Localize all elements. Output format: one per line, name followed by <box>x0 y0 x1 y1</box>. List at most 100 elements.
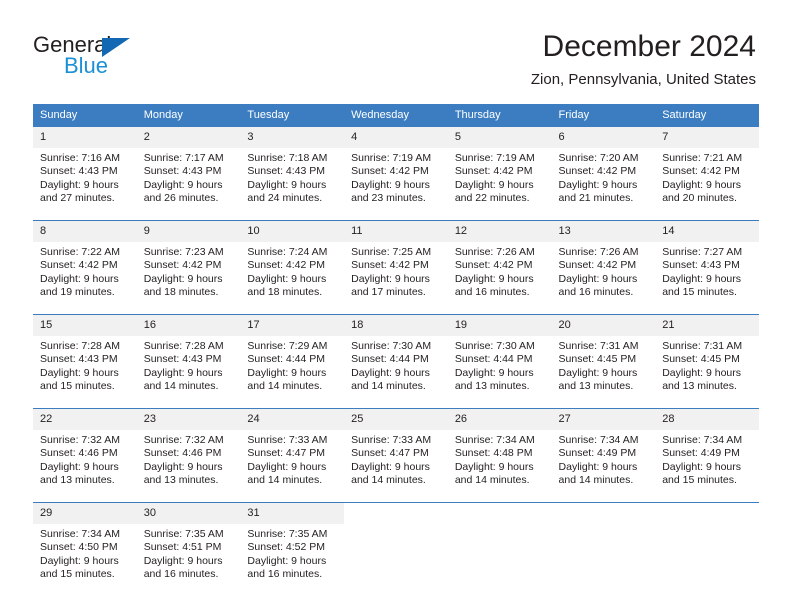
day-number: 31 <box>240 503 345 524</box>
calendar-day-cell[interactable]: 16 Sunrise: 7:28 AM Sunset: 4:43 PM Dayligh… <box>136 314 241 409</box>
calendar-day-cell[interactable]: 11 Sunrise: 7:25 AM Sunset: 4:42 PM Dayligh… <box>344 220 448 315</box>
day-detail-line: Daylight: 9 hours <box>351 366 430 379</box>
day-detail-line: Sunrise: 7:28 AM <box>40 340 120 352</box>
day-detail-line: Sunrise: 7:32 AM <box>40 434 120 446</box>
page-header: General Blue December 2024 Zion, Pennsyl… <box>0 0 792 104</box>
day-detail-line: Sunset: 4:43 PM <box>143 165 222 178</box>
calendar-day-cell[interactable]: 18 Sunrise: 7:30 AM Sunset: 4:44 PM Dayligh… <box>344 314 448 409</box>
calendar-day-cell[interactable]: 29 Sunrise: 7:34 AM Sunset: 4:50 PM Dayligh… <box>33 502 137 596</box>
day-detail-line: Sunset: 4:42 PM <box>40 259 118 272</box>
day-detail-line: Sunrise: 7:31 AM <box>662 340 743 352</box>
day-detail-line: and 13 minutes. <box>40 474 115 487</box>
weekday-header-monday: Monday <box>136 104 241 127</box>
calendar-day-cell[interactable]: 27 Sunrise: 7:34 AM Sunset: 4:49 PM Dayligh… <box>551 408 656 503</box>
calendar-day-cell[interactable]: 7 Sunrise: 7:21 AM Sunset: 4:42 PM Daylight… <box>655 126 759 221</box>
calendar-day-cell[interactable]: 30 Sunrise: 7:35 AM Sunset: 4:51 PM Dayligh… <box>136 502 241 596</box>
calendar-day-cell[interactable]: 15 Sunrise: 7:28 AM Sunset: 4:43 PM Dayligh… <box>33 314 137 409</box>
calendar-day-cell[interactable]: 6 Sunrise: 7:20 AM Sunset: 4:42 PM Daylight… <box>551 126 656 221</box>
calendar-day-cell[interactable]: 28 Sunrise: 7:34 AM Sunset: 4:49 PM Dayligh… <box>655 408 759 503</box>
day-detail-line: Sunset: 4:52 PM <box>247 541 326 554</box>
calendar-day-cell[interactable]: 23 Sunrise: 7:32 AM Sunset: 4:46 PM Dayligh… <box>136 408 241 503</box>
day-detail-line: and 16 minutes. <box>454 286 530 299</box>
day-number: 5 <box>447 127 552 148</box>
day-detail-line: Daylight: 9 hours <box>454 272 534 285</box>
day-detail-line: and 15 minutes. <box>40 380 115 393</box>
calendar-day-cell[interactable]: 20 Sunrise: 7:31 AM Sunset: 4:45 PM Dayligh… <box>551 314 656 409</box>
day-details: Sunrise: 7:25 AM Sunset: 4:42 PM Daylight:… <box>344 242 448 314</box>
day-detail-line: Sunrise: 7:21 AM <box>662 152 743 164</box>
day-number <box>551 503 656 524</box>
day-detail-line: Sunrise: 7:24 AM <box>247 246 328 258</box>
calendar-day-cell[interactable]: 4 Sunrise: 7:19 AM Sunset: 4:42 PM Daylight… <box>344 126 448 221</box>
day-details <box>344 524 448 596</box>
day-details: Sunrise: 7:26 AM Sunset: 4:42 PM Daylight:… <box>552 242 656 314</box>
calendar-day-cell[interactable]: 3 Sunrise: 7:18 AM Sunset: 4:43 PM Daylight… <box>240 126 345 221</box>
calendar-day-cell[interactable]: 31 Sunrise: 7:35 AM Sunset: 4:52 PM Dayligh… <box>240 502 345 596</box>
calendar-day-cell[interactable]: 26 Sunrise: 7:34 AM Sunset: 4:48 PM Dayligh… <box>447 408 552 503</box>
day-detail-line: Daylight: 9 hours <box>143 272 223 285</box>
day-detail-line: Sunrise: 7:34 AM <box>662 434 743 446</box>
calendar-day-cell[interactable]: 19 Sunrise: 7:30 AM Sunset: 4:44 PM Dayligh… <box>447 314 552 409</box>
day-detail-line: Sunset: 4:46 PM <box>40 447 118 460</box>
calendar-day-cell[interactable]: 17 Sunrise: 7:29 AM Sunset: 4:44 PM Dayligh… <box>240 314 345 409</box>
day-number <box>344 503 448 524</box>
day-details: Sunrise: 7:34 AM Sunset: 4:49 PM Daylight:… <box>655 430 759 502</box>
day-detail-line: and 13 minutes. <box>454 380 530 393</box>
day-details: Sunrise: 7:31 AM Sunset: 4:45 PM Daylight:… <box>655 336 759 408</box>
day-number: 30 <box>136 503 241 524</box>
day-details: Sunrise: 7:35 AM Sunset: 4:52 PM Daylight:… <box>240 524 344 596</box>
calendar-day-cell[interactable]: 1 Sunrise: 7:16 AM Sunset: 4:43 PM Daylight… <box>33 126 137 221</box>
calendar-day-cell[interactable]: 13 Sunrise: 7:26 AM Sunset: 4:42 PM Dayligh… <box>551 220 656 315</box>
day-number: 27 <box>551 409 656 430</box>
day-detail-line: Sunrise: 7:17 AM <box>143 152 224 164</box>
day-detail-line: Sunrise: 7:26 AM <box>454 246 535 258</box>
day-detail-line: Daylight: 9 hours <box>247 366 327 379</box>
day-detail-line: Sunset: 4:43 PM <box>40 353 118 366</box>
day-detail-line: Sunset: 4:42 PM <box>351 165 429 178</box>
weekday-header-friday: Friday <box>551 104 656 127</box>
day-details: Sunrise: 7:24 AM Sunset: 4:42 PM Daylight:… <box>240 242 344 314</box>
day-detail-line: Sunset: 4:43 PM <box>662 259 740 272</box>
day-detail-line: and 16 minutes. <box>247 568 323 581</box>
calendar-day-cell[interactable]: 8 Sunrise: 7:22 AM Sunset: 4:42 PM Daylight… <box>33 220 137 315</box>
day-detail-line: Sunset: 4:42 PM <box>558 259 637 272</box>
calendar-day-cell[interactable]: 25 Sunrise: 7:33 AM Sunset: 4:47 PM Dayligh… <box>344 408 448 503</box>
general-blue-logo: General Blue <box>33 33 213 79</box>
day-number: 6 <box>551 127 656 148</box>
day-detail-line: and 14 minutes. <box>143 380 219 393</box>
calendar-day-cell-empty <box>447 502 552 596</box>
day-detail-line: Sunset: 4:42 PM <box>454 259 533 272</box>
day-details: Sunrise: 7:27 AM Sunset: 4:43 PM Daylight:… <box>655 242 759 314</box>
day-detail-line: Sunrise: 7:35 AM <box>247 528 328 540</box>
day-number: 25 <box>344 409 448 430</box>
day-detail-line: Sunrise: 7:20 AM <box>558 152 639 164</box>
day-number: 3 <box>240 127 345 148</box>
calendar-day-cell[interactable]: 12 Sunrise: 7:26 AM Sunset: 4:42 PM Dayligh… <box>447 220 552 315</box>
day-detail-line: Daylight: 9 hours <box>40 178 119 191</box>
weekday-header-wednesday: Wednesday <box>344 104 448 127</box>
day-detail-line: and 24 minutes. <box>247 192 323 205</box>
day-detail-line: Sunset: 4:50 PM <box>40 541 118 554</box>
day-detail-line: and 19 minutes. <box>40 286 115 299</box>
day-detail-line: Sunset: 4:48 PM <box>454 447 533 460</box>
calendar-week-row: 29 Sunrise: 7:34 AM Sunset: 4:50 PM Dayligh… <box>33 502 759 596</box>
calendar-day-cell[interactable]: 9 Sunrise: 7:23 AM Sunset: 4:42 PM Daylight… <box>136 220 241 315</box>
calendar-week-row: 22 Sunrise: 7:32 AM Sunset: 4:46 PM Dayligh… <box>33 408 759 503</box>
calendar-day-cell[interactable]: 5 Sunrise: 7:19 AM Sunset: 4:42 PM Daylight… <box>447 126 552 221</box>
day-detail-line: Daylight: 9 hours <box>351 178 430 191</box>
calendar-day-cell[interactable]: 10 Sunrise: 7:24 AM Sunset: 4:42 PM Dayligh… <box>240 220 345 315</box>
day-detail-line: Daylight: 9 hours <box>662 366 742 379</box>
day-detail-line: Daylight: 9 hours <box>558 366 638 379</box>
calendar-day-cell[interactable]: 24 Sunrise: 7:33 AM Sunset: 4:47 PM Dayligh… <box>240 408 345 503</box>
day-detail-line: and 21 minutes. <box>558 192 634 205</box>
calendar-day-cell[interactable]: 21 Sunrise: 7:31 AM Sunset: 4:45 PM Dayligh… <box>655 314 759 409</box>
calendar-day-cell[interactable]: 2 Sunrise: 7:17 AM Sunset: 4:43 PM Daylight… <box>136 126 241 221</box>
day-detail-line: Sunrise: 7:27 AM <box>662 246 743 258</box>
calendar-day-cell[interactable]: 22 Sunrise: 7:32 AM Sunset: 4:46 PM Dayligh… <box>33 408 137 503</box>
day-detail-line: Sunrise: 7:33 AM <box>247 434 328 446</box>
day-detail-line: Daylight: 9 hours <box>351 272 430 285</box>
calendar-day-cell[interactable]: 14 Sunrise: 7:27 AM Sunset: 4:43 PM Dayligh… <box>655 220 759 315</box>
weekday-header-row: Sunday Monday Tuesday Wednesday Thursday… <box>33 104 759 127</box>
day-detail-line: Sunset: 4:49 PM <box>558 447 637 460</box>
day-detail-line: Daylight: 9 hours <box>40 460 119 473</box>
